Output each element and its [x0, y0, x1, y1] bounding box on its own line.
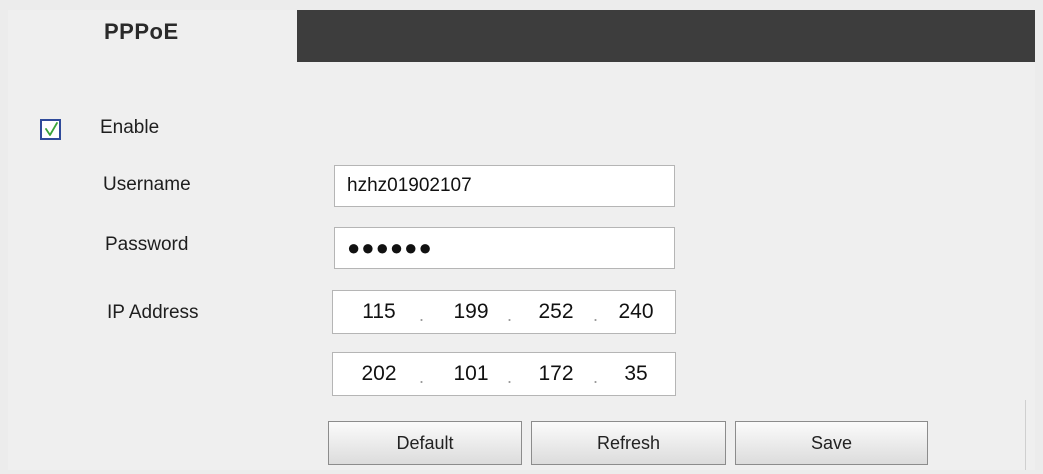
divider — [1025, 400, 1026, 470]
ip-octet[interactable]: 101 — [441, 353, 501, 395]
ip-octet[interactable]: 199 — [441, 291, 501, 333]
default-button[interactable]: Default — [328, 421, 522, 465]
ip-octet[interactable]: 115 — [349, 291, 409, 333]
ip-octet[interactable]: 252 — [526, 291, 586, 333]
tab-bar — [297, 10, 1035, 62]
ip-separator: . — [419, 367, 425, 387]
enable-checkbox[interactable] — [40, 119, 61, 140]
ip-separator: . — [419, 305, 425, 325]
checkmark-icon — [45, 122, 58, 136]
ip-separator: . — [593, 305, 599, 325]
ip-separator: . — [593, 367, 599, 387]
username-label: Username — [103, 174, 191, 195]
refresh-button[interactable]: Refresh — [531, 421, 726, 465]
ip-octet[interactable]: 202 — [349, 353, 409, 395]
password-input[interactable] — [334, 227, 675, 269]
ip-address-label: IP Address — [107, 302, 199, 323]
enable-label: Enable — [100, 117, 160, 138]
ip-address-field-primary[interactable]: 115 . 199 . 252 . 240 — [332, 290, 676, 334]
password-label: Password — [105, 234, 189, 255]
ip-separator: . — [507, 367, 513, 387]
ip-separator: . — [507, 305, 513, 325]
ip-address-field-secondary[interactable]: 202 . 101 . 172 . 35 — [332, 352, 676, 396]
ip-octet[interactable]: 172 — [526, 353, 586, 395]
ip-octet[interactable]: 240 — [606, 291, 666, 333]
tab-pppoe[interactable]: PPPoE — [104, 19, 179, 45]
ip-octet[interactable]: 35 — [606, 353, 666, 395]
username-input[interactable] — [334, 165, 675, 207]
save-button[interactable]: Save — [735, 421, 928, 465]
